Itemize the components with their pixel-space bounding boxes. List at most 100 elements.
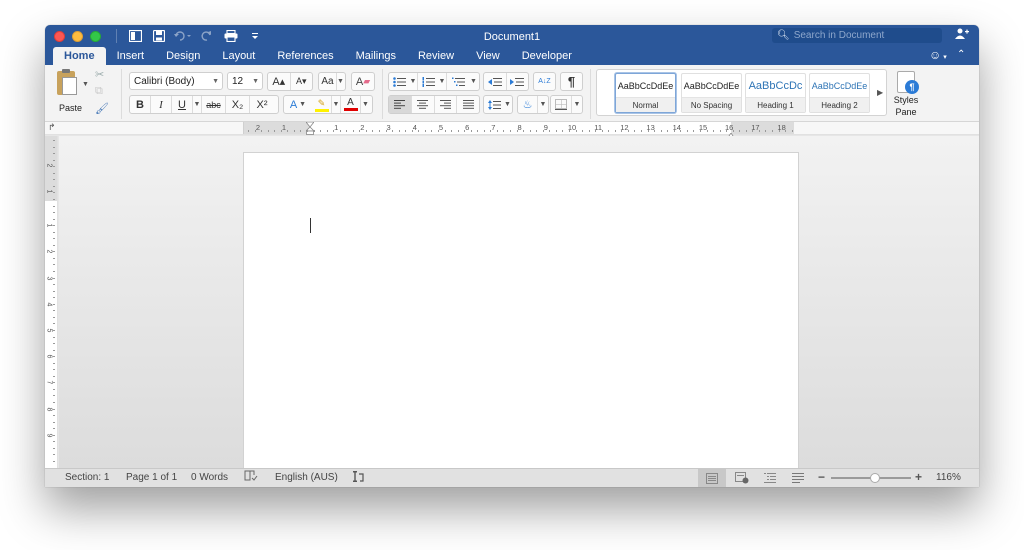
numbering-options-caret[interactable]: ▼ — [438, 73, 447, 90]
sort-label: A↓Z — [538, 78, 551, 85]
tab-mailings[interactable]: Mailings — [345, 47, 407, 65]
section-indicator[interactable]: Section: 1 — [65, 472, 109, 483]
underline-options-caret[interactable]: ▼ — [193, 96, 202, 113]
ruler-tick — [248, 130, 249, 132]
tab-developer[interactable]: Developer — [511, 47, 583, 65]
cut-icon[interactable]: ✂ — [95, 68, 104, 81]
bullets-options-caret[interactable]: ▼ — [409, 73, 418, 90]
vertical-ruler[interactable]: 2 1 1 2 3 4 5 6 7 8 9 — [45, 136, 57, 468]
styles-pane-button[interactable]: ¶ Styles Pane — [891, 69, 921, 117]
bullet-list-icon — [392, 76, 406, 87]
align-left-button[interactable] — [389, 96, 412, 113]
web-layout-view-button[interactable] — [728, 469, 756, 487]
ruler-tick — [732, 130, 734, 132]
font-name-select[interactable]: Calibri (Body) ▼ — [129, 72, 223, 90]
clear-formatting-button[interactable]: A ▰ — [351, 72, 375, 91]
language-indicator[interactable]: English (AUS) — [275, 472, 338, 483]
style-no-spacing[interactable]: AaBbCcDdEe No Spacing — [681, 73, 742, 113]
align-right-icon — [439, 100, 451, 109]
tab-view[interactable]: View — [465, 47, 511, 65]
ruler-number: 1 — [334, 123, 339, 132]
align-center-button[interactable] — [412, 96, 435, 113]
multilevel-options-caret[interactable]: ▼ — [469, 73, 478, 90]
increase-indent-button[interactable] — [507, 73, 529, 90]
highlight-options-caret[interactable]: ▼ — [332, 96, 341, 113]
zoom-slider[interactable] — [831, 473, 911, 483]
font-color-options-caret[interactable]: ▼ — [361, 96, 370, 113]
underline-button[interactable]: U — [172, 96, 193, 113]
horizontal-ruler[interactable]: 2 1 1 2 3 4 5 6 7 8 9 10 11 12 13 14 15 16 17 18 — [243, 121, 794, 140]
ruler-tick — [379, 130, 380, 132]
ruler-tick — [470, 130, 472, 132]
shading-options-caret[interactable]: ▼ — [538, 96, 548, 113]
align-right-button[interactable] — [435, 96, 458, 113]
grow-font-button[interactable]: A▴ — [268, 73, 291, 90]
share-user-icon[interactable] — [955, 28, 969, 42]
feedback-smiley-icon[interactable]: ☺ ▾ — [929, 48, 947, 62]
bullets-button[interactable] — [389, 73, 409, 90]
print-layout-view-button[interactable] — [698, 469, 726, 487]
word-count[interactable]: 0 Words — [191, 472, 228, 483]
style-heading-1[interactable]: AaBbCcDc Heading 1 — [745, 73, 806, 113]
decrease-indent-button[interactable] — [484, 73, 507, 90]
ruler-tick — [53, 225, 55, 227]
copy-icon[interactable]: ⧉ — [95, 85, 103, 98]
ruler-tick — [503, 130, 505, 132]
multilevel-list-button[interactable] — [447, 73, 469, 90]
line-spacing-button[interactable]: ▼ — [483, 95, 513, 114]
page-indicator[interactable]: Page 1 of 1 — [126, 472, 177, 483]
tab-review[interactable]: Review — [407, 47, 465, 65]
zoom-slider-thumb[interactable] — [870, 473, 880, 483]
document-page[interactable] — [243, 152, 799, 472]
ruler-tick — [516, 130, 518, 132]
search-input[interactable] — [793, 30, 924, 41]
shrink-font-button[interactable]: A▾ — [291, 73, 313, 90]
tab-insert[interactable]: Insert — [106, 47, 156, 65]
font-color-button[interactable]: A — [341, 96, 361, 113]
subscript-button[interactable]: X₂ — [226, 96, 250, 113]
text-effects-button[interactable]: A ▼ — [284, 96, 312, 113]
format-painter-icon[interactable]: 🖌︎ — [95, 102, 109, 115]
zoom-percentage[interactable]: 116% — [936, 472, 961, 483]
style-normal[interactable]: AaBbCcDdEe Normal — [615, 73, 676, 113]
justify-button[interactable] — [457, 96, 479, 113]
italic-button[interactable]: I — [151, 96, 172, 113]
ruler-tick — [713, 130, 715, 132]
ruler-tick — [53, 382, 55, 384]
draft-view-button[interactable] — [784, 469, 812, 487]
bold-button[interactable]: B — [130, 96, 151, 113]
change-case-button[interactable]: Aa ▼ — [318, 72, 346, 91]
borders-options-caret[interactable]: ▼ — [572, 96, 582, 113]
tab-references[interactable]: References — [266, 47, 344, 65]
numbering-button[interactable] — [418, 73, 438, 90]
superscript-button[interactable]: X² — [250, 96, 274, 113]
search-box[interactable]: 🔍︎ — [772, 28, 942, 43]
zoom-out-button[interactable]: − — [818, 470, 825, 484]
outline-view-button[interactable] — [756, 469, 784, 487]
borders-button[interactable]: ▼ — [550, 95, 583, 114]
indent-marker-icon[interactable] — [305, 121, 315, 135]
tab-design[interactable]: Design — [155, 47, 211, 65]
style-heading-2[interactable]: AaBbCcDdEe Heading 2 — [809, 73, 870, 113]
font-size-adjust-group: A▴ A▾ — [267, 72, 313, 91]
tab-layout[interactable]: Layout — [211, 47, 266, 65]
ruler-tick — [457, 130, 459, 132]
highlight-button[interactable]: ✎ — [312, 96, 332, 113]
gallery-next-arrow-icon[interactable]: ▶ — [877, 88, 883, 97]
zoom-in-button[interactable]: + — [915, 470, 922, 484]
proofing-icon[interactable] — [244, 470, 258, 485]
sort-button[interactable]: A↓Z — [533, 72, 556, 91]
tab-home[interactable]: Home — [53, 47, 106, 65]
ruler-tick — [53, 329, 55, 331]
track-changes-icon[interactable] — [352, 470, 365, 486]
collapse-ribbon-icon[interactable]: ⌃ — [957, 49, 965, 60]
font-size-select[interactable]: 12 ▼ — [227, 72, 263, 90]
show-formatting-marks-button[interactable]: ¶ — [560, 72, 583, 91]
document-canvas[interactable] — [59, 136, 979, 472]
ruler-tick — [654, 130, 656, 132]
strikethrough-button[interactable]: abc — [202, 96, 226, 113]
ruler-tick — [634, 130, 636, 132]
paste-options-caret[interactable]: ▼ — [82, 81, 89, 88]
tab-stop-selector-icon[interactable]: ↱ — [48, 122, 56, 133]
shading-button[interactable]: ♨ ▼ — [517, 95, 549, 114]
